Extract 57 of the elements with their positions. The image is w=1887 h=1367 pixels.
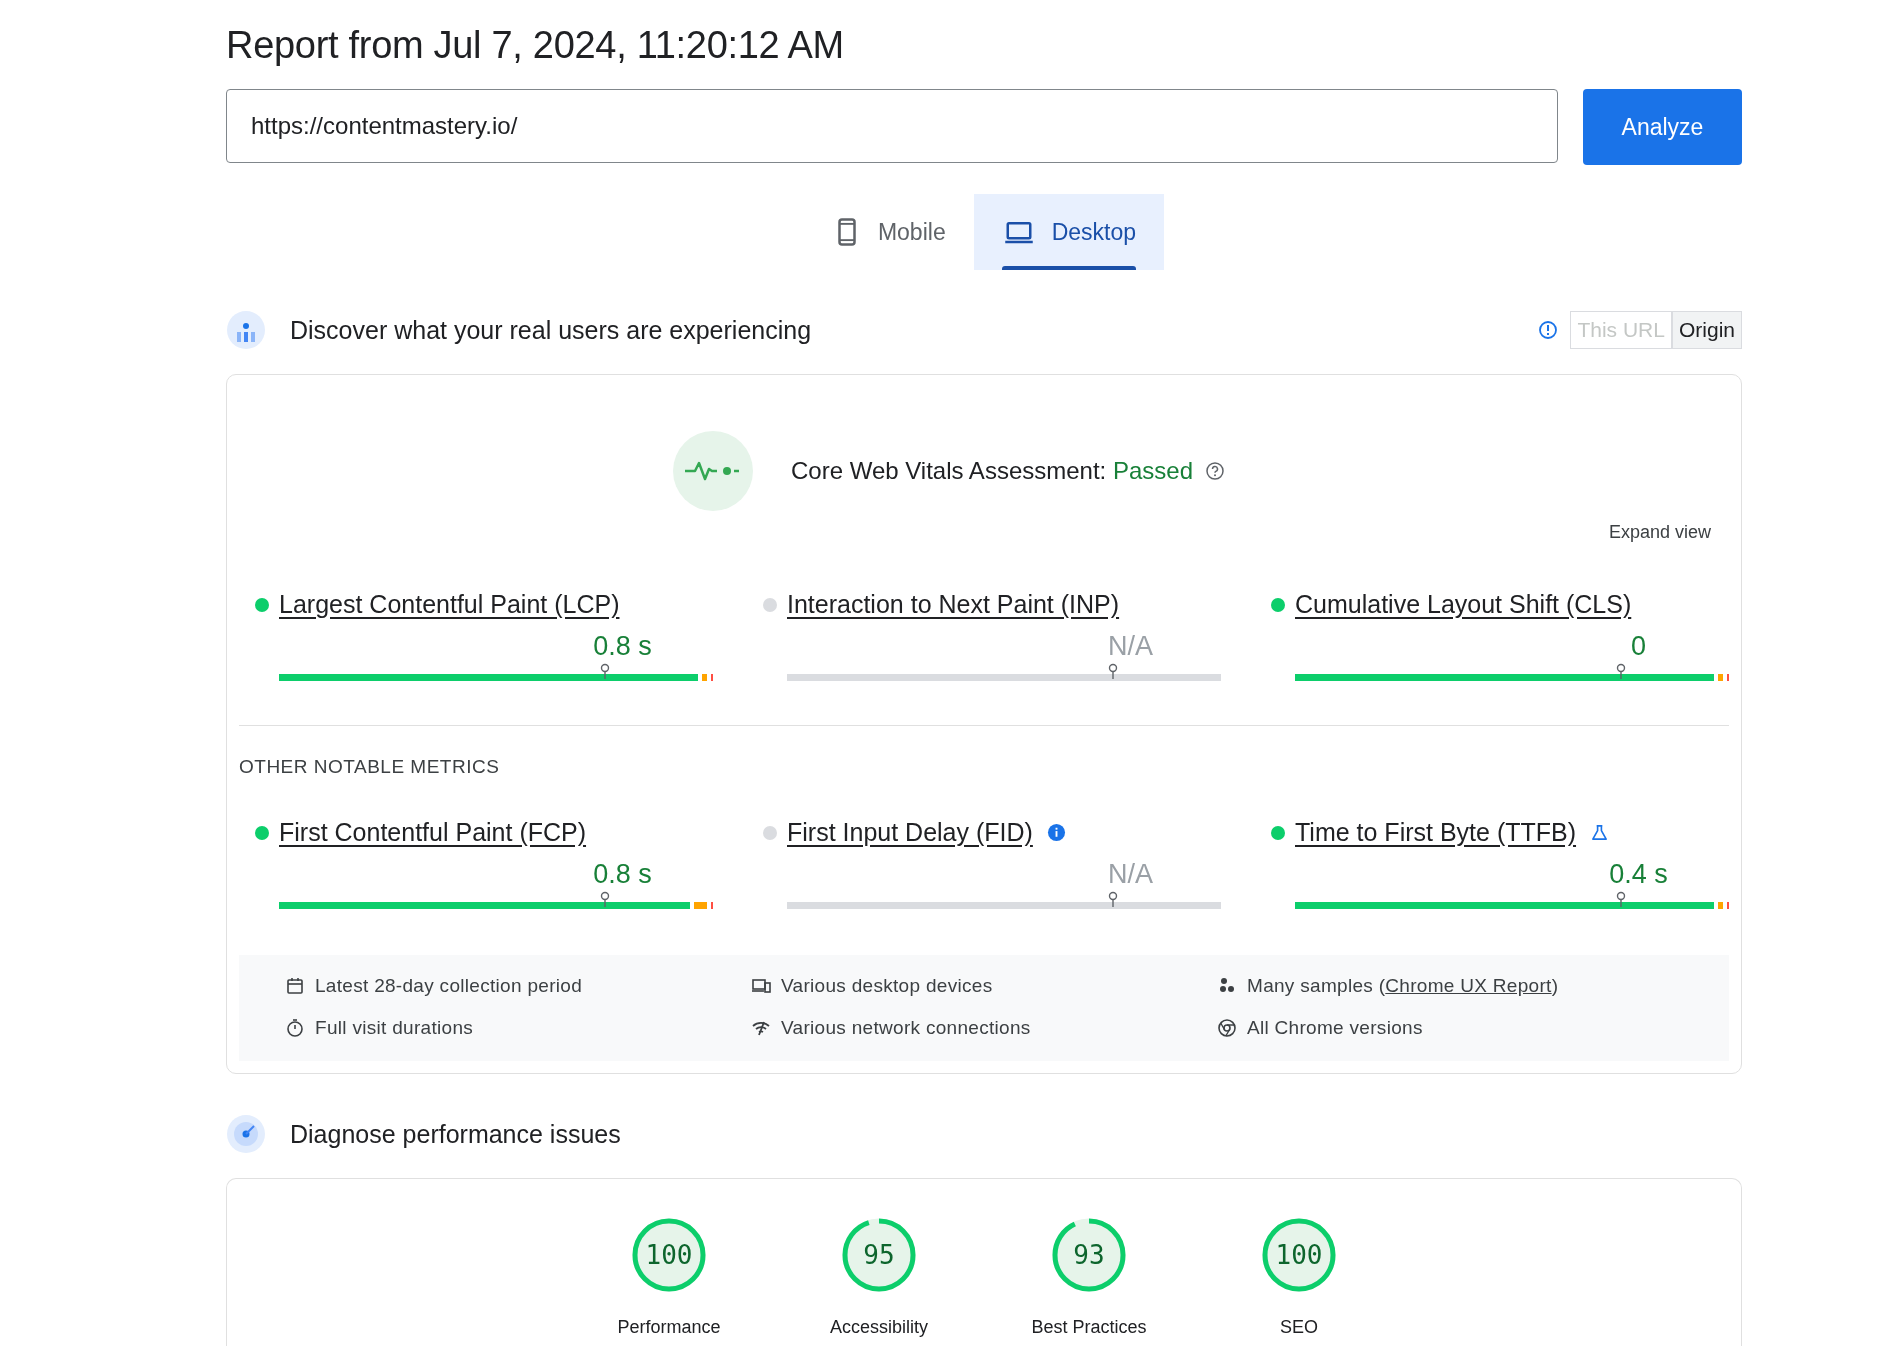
bar-segment xyxy=(710,674,713,681)
flask-icon[interactable] xyxy=(1590,823,1610,842)
info-icon[interactable] xyxy=(1046,823,1066,842)
stopwatch-icon xyxy=(285,1018,305,1038)
metric-value: 0.4 s xyxy=(1609,859,1668,890)
devices-icon xyxy=(751,976,771,996)
section-heading: Diagnose performance issues xyxy=(290,1119,622,1149)
bar-segment xyxy=(710,902,713,909)
source-text: Many samples (Chrome UX Report) xyxy=(1247,975,1559,997)
score-label: SEO xyxy=(1280,1317,1318,1338)
gauge-icon xyxy=(226,1114,266,1154)
metric-value: N/A xyxy=(1108,859,1153,890)
source-text: All Chrome versions xyxy=(1247,1017,1423,1039)
bar-segment xyxy=(1718,902,1723,909)
source-text: Full visit durations xyxy=(315,1017,474,1039)
source-text: Various network connections xyxy=(781,1017,1031,1039)
metric-link[interactable]: First Input Delay (FID) xyxy=(787,818,1033,847)
section-heading: Discover what your real users are experiencing xyxy=(290,315,813,345)
score-label: Best Practices xyxy=(1031,1317,1147,1338)
info-icon[interactable] xyxy=(1538,320,1559,340)
report-title: Report from Jul 7, 2024, 11:20:12 AM xyxy=(226,24,845,67)
bar-segment xyxy=(1726,902,1729,909)
bar-segment xyxy=(1718,674,1723,681)
assessment-text: Core Web Vitals Assessment: Passed xyxy=(791,457,1193,485)
expand-view-button[interactable]: Expand view xyxy=(1602,521,1717,544)
metric-value: 0.8 s xyxy=(593,859,652,890)
users-chart-icon xyxy=(226,310,266,350)
scope-toggle-button[interactable]: Origin xyxy=(1671,311,1742,349)
report-link[interactable]: Chrome UX Report xyxy=(1385,975,1552,996)
score-value: 100 xyxy=(645,1240,693,1270)
analyze-button[interactable]: Analyze xyxy=(1583,89,1742,165)
metric-value: 0.8 s xyxy=(593,631,652,662)
source-text: Latest 28-day collection period xyxy=(315,975,582,997)
source-text: Various desktop devices xyxy=(781,975,993,997)
score-label: Accessibility xyxy=(830,1317,928,1338)
heartbeat-icon xyxy=(673,431,753,511)
metric-link[interactable]: First Contentful Paint (FCP) xyxy=(279,818,587,847)
metric-link[interactable]: Cumulative Layout Shift (CLS) xyxy=(1295,590,1632,619)
bar-segment xyxy=(1726,674,1729,681)
score-value: 95 xyxy=(863,1240,895,1270)
metric-link[interactable]: Interaction to Next Paint (INP) xyxy=(787,590,1120,619)
device-tab[interactable]: Mobile xyxy=(803,194,974,270)
metric-value: N/A xyxy=(1108,631,1153,662)
score-value: 100 xyxy=(1275,1240,1323,1270)
metric-link[interactable]: Largest Contentful Paint (LCP) xyxy=(279,590,620,619)
url-input-field[interactable]: https://contentmastery.io/ xyxy=(226,89,1558,163)
calendar-icon xyxy=(285,976,305,996)
section-label: OTHER NOTABLE METRICS xyxy=(239,756,501,778)
score-label: Performance xyxy=(617,1317,721,1338)
metric-link[interactable]: Time to First Byte (TTFB) xyxy=(1295,818,1577,847)
bar-segment xyxy=(702,674,707,681)
chrome-icon xyxy=(1217,1018,1237,1038)
bar-segment xyxy=(694,902,707,909)
help-icon[interactable] xyxy=(1205,461,1225,481)
score-value: 93 xyxy=(1073,1240,1105,1270)
metric-value: 0 xyxy=(1631,631,1646,662)
device-tab[interactable]: Desktop xyxy=(973,194,1165,270)
